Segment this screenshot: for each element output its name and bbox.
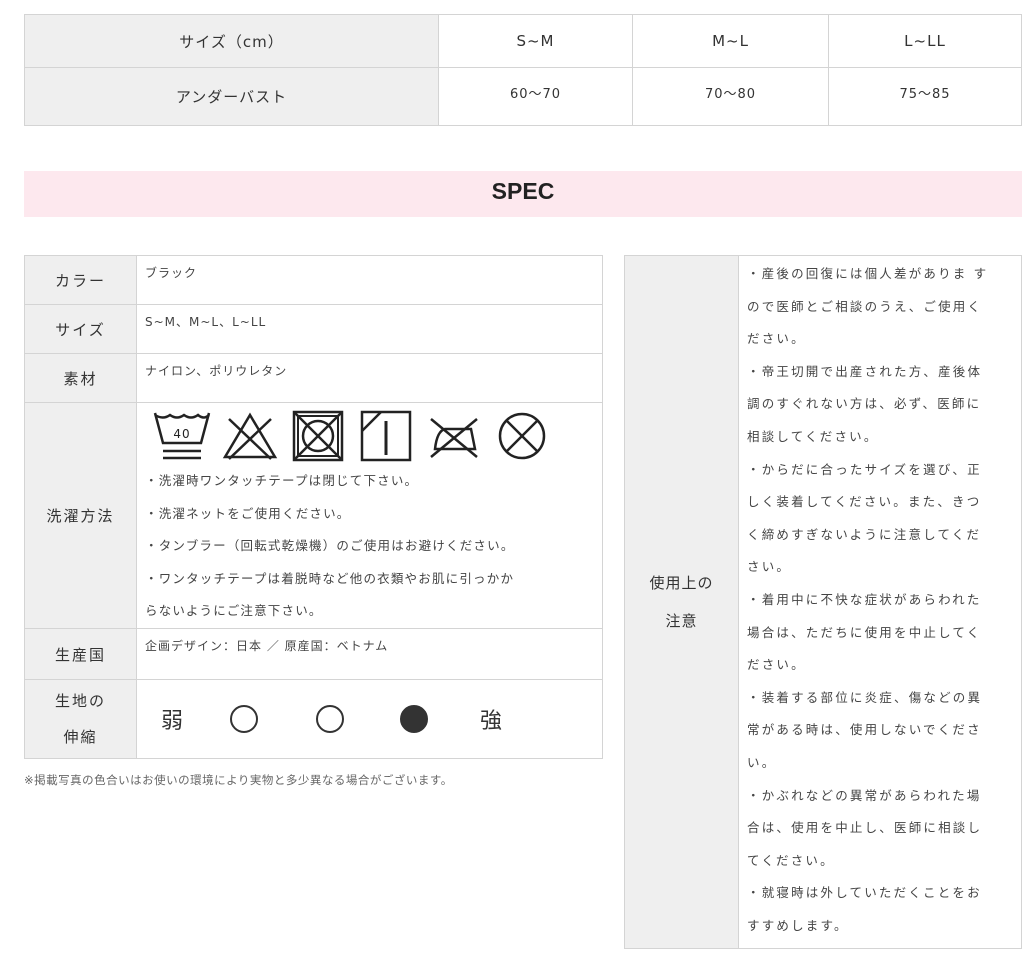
caution-line: ので医師とご相談のうえ、ご使用く — [747, 298, 983, 314]
caution-line: ・からだに合ったサイズを選び、正 — [747, 461, 982, 477]
spec-row-color: カラー ブラック — [24, 255, 603, 305]
caution-line: ださい。 — [747, 657, 806, 673]
caution-line: ・装着する部位に炎症、傷などの異 — [747, 689, 983, 705]
underbust-ml: 70〜80 — [632, 67, 829, 126]
wash-temp-text: 40 — [173, 427, 190, 441]
origin-label: 生産国 — [24, 628, 137, 680]
wash-instruction-2: ・洗濯ネットをご使用ください。 — [145, 505, 351, 521]
wash-40-icon: 40 — [153, 412, 211, 460]
spec-row-material: 素材 ナイロン、ポリウレタン — [24, 353, 603, 403]
caution-label-line1: 使用上の — [649, 574, 714, 592]
stretch-level-1 — [230, 705, 259, 733]
size-header-lll: L~LL — [828, 14, 1022, 68]
caution-line: 合は、使用を中止し、医師に相談し — [747, 820, 983, 836]
caution-line: ・帝王切開で出産された方、産後体 — [747, 363, 983, 379]
caution-table: 使用上の 注意 ・産後の回復には個人差がありま す ので医師とご相談のうえ、ご使… — [624, 255, 1022, 949]
spec-table: カラー ブラック サイズ S~M、M~L、L~LL 素材 ナイロン、ポリウレタン… — [24, 255, 603, 759]
caution-line: しく装着してください。また、きつ — [747, 494, 982, 510]
caution-line: すすめします。 — [747, 917, 849, 933]
material-value: ナイロン、ポリウレタン — [136, 353, 603, 403]
caution-line: ・着用中に不快な症状があらわれた — [747, 591, 982, 607]
stretch-label-line1: 生地の — [54, 692, 106, 710]
size-header-sm: S~M — [438, 14, 633, 68]
caution-line: 調のすぐれない方は、必ず、医師に — [747, 396, 982, 412]
spec-row-origin: 生産国 企画デザイン：日本 ／ 原産国：ベトナム — [24, 628, 603, 680]
caution-line: 相談してください。 — [747, 428, 879, 444]
material-label: 素材 — [24, 353, 137, 403]
no-dry-clean-icon — [498, 412, 546, 460]
caution-line: 場合は、ただちに使用を中止してく — [747, 624, 982, 640]
photo-color-note: ※掲載写真の色合いはお使いの環境により実物と多少異なる場合がございます。 — [24, 773, 453, 787]
underbust-sm: 60〜70 — [438, 67, 633, 126]
caution-line: ・就寝時は外していただくことをお — [747, 885, 982, 901]
wash-content: 40 ・洗濯時ワンタッチテープは閉じて下さい。 ・洗濯ネットをご使用ください。 … — [136, 402, 603, 629]
no-tumble-dry-icon — [292, 410, 344, 462]
origin-value: 企画デザイン：日本 ／ 原産国：ベトナム — [136, 628, 603, 680]
underbust-label: アンダーバスト — [24, 67, 439, 126]
no-iron-icon — [430, 418, 478, 458]
spec-row-size: サイズ S~M、M~L、L~LL — [24, 304, 603, 354]
caution-content: ・産後の回復には個人差がありま す ので医師とご相談のうえ、ご使用く ださい。 … — [738, 255, 1022, 949]
wash-label: 洗濯方法 — [24, 402, 137, 629]
stretch-level-3 — [400, 705, 429, 733]
caution-line: ・かぶれなどの異常があらわれた場 — [747, 787, 982, 803]
stretch-label: 生地の 伸縮 — [24, 679, 137, 759]
size-label: サイズ — [24, 304, 137, 354]
color-value: ブラック — [136, 255, 603, 305]
size-header-label: サイズ（cm） — [24, 14, 439, 68]
caution-line: い。 — [747, 754, 777, 770]
no-bleach-icon — [222, 412, 278, 460]
line-dry-shade-icon — [360, 410, 412, 462]
caution-label: 使用上の 注意 — [624, 255, 739, 949]
spec-title: SPEC — [24, 171, 1022, 217]
underbust-lll: 75〜85 — [828, 67, 1022, 126]
caution-line: さい。 — [747, 559, 792, 575]
stretch-level-2 — [316, 705, 345, 733]
stretch-label-line2: 伸縮 — [63, 728, 98, 746]
size-value-row: アンダーバスト 60〜70 70〜80 75〜85 — [24, 67, 1022, 126]
wash-instruction-3: ・タンブラー（回転式乾燥機）のご使用はお避けください。 — [145, 538, 515, 553]
wash-instruction-4: ・ワンタッチテープは着脱時など他の衣類やお肌に引っかか — [145, 570, 515, 586]
stretch-content: 弱 強 — [136, 679, 603, 759]
size-header-row: サイズ（cm） S~M M~L L~LL — [24, 14, 1022, 68]
color-label: カラー — [24, 255, 137, 305]
wash-instruction-5: らないようにご注意下さい。 — [145, 603, 323, 618]
caution-line: ・産後の回復には個人差がありま す — [747, 266, 989, 281]
caution-line: てください。 — [747, 852, 835, 868]
size-value: S~M、M~L、L~LL — [136, 304, 603, 354]
size-table: サイズ（cm） S~M M~L L~LL アンダーバスト 60〜70 70〜80… — [24, 14, 1022, 126]
spec-row-stretch: 生地の 伸縮 弱 強 — [24, 679, 603, 759]
wash-icons: 40 — [153, 409, 602, 465]
caution-row: 使用上の 注意 ・産後の回復には個人差がありま す ので医師とご相談のうえ、ご使… — [624, 255, 1022, 949]
caution-line: ださい。 — [747, 331, 806, 347]
size-header-ml: M~L — [632, 14, 829, 68]
spec-row-wash: 洗濯方法 40 ・洗濯時ワンタッチテープは閉じて下さい。 ・洗濯ネットをご使用く… — [24, 402, 603, 629]
caution-line: く締めすぎないように注意してくだ — [747, 526, 982, 542]
stretch-strong-label: 強 — [480, 709, 504, 734]
caution-line: 常がある時は、使用しないでくださ — [747, 722, 982, 738]
wash-instruction-1: ・洗濯時ワンタッチテープは閉じて下さい。 — [145, 473, 419, 488]
stretch-weak-label: 弱 — [161, 709, 185, 734]
stretch-scale: 弱 強 — [137, 680, 602, 758]
caution-label-line2: 注意 — [665, 612, 698, 630]
